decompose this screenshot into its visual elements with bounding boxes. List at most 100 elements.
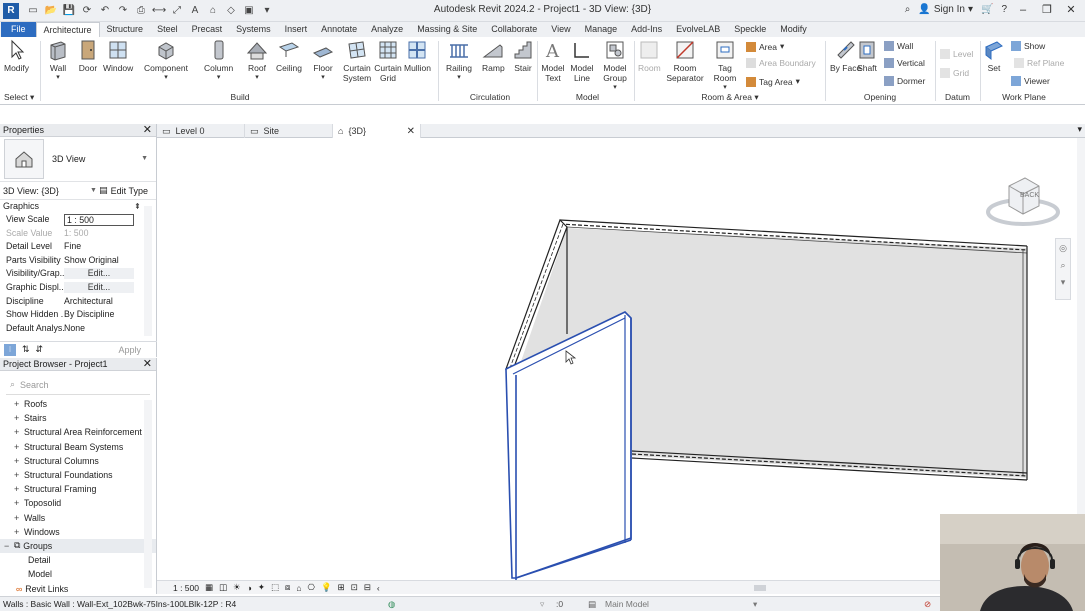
vertical-opening-button[interactable]: Vertical: [884, 58, 925, 68]
tab-analyze[interactable]: Analyze: [364, 22, 410, 37]
graphic-display-edit-button[interactable]: Edit...: [64, 281, 134, 293]
model-group-button[interactable]: Model Group ▾: [600, 39, 630, 93]
tab-precast[interactable]: Precast: [185, 22, 230, 37]
tab-architecture[interactable]: Architecture: [35, 22, 100, 37]
reveal-hidden-icon[interactable]: 💡: [321, 582, 332, 593]
tab-annotate[interactable]: Annotate: [314, 22, 364, 37]
parts-visibility-field[interactable]: Show Original: [64, 254, 134, 268]
nav-dropdown-icon[interactable]: ▾: [1061, 277, 1066, 288]
instance-selector[interactable]: 3D View: {3D} ▼ ▤ Edit Type: [0, 182, 156, 200]
viewer-button[interactable]: Viewer: [1011, 76, 1050, 86]
ramp-button[interactable]: Ramp: [482, 39, 505, 73]
view-scale-label[interactable]: 1 : 500: [173, 583, 199, 593]
filter-icon[interactable]: ⁝: [4, 343, 16, 356]
door-button[interactable]: Door: [77, 39, 99, 73]
tab-view[interactable]: View: [544, 22, 577, 37]
zoom-icon[interactable]: ⌕: [1060, 260, 1065, 271]
area-button[interactable]: Area ▾: [746, 41, 784, 52]
floor-button[interactable]: Floor ▾: [312, 39, 334, 83]
steering-wheel-icon[interactable]: ◎: [1059, 243, 1067, 254]
view-tab-level-0[interactable]: ▭ Level 0: [157, 124, 245, 138]
sort-descending-icon[interactable]: ⇵: [36, 344, 44, 355]
search-help-icon[interactable]: ⌕: [905, 4, 911, 15]
room-separator-button[interactable]: Room Separator: [666, 39, 704, 83]
dimension-icon[interactable]: ⤢: [169, 3, 185, 19]
undo-icon[interactable]: ↶: [97, 3, 113, 19]
ceiling-button[interactable]: Ceiling: [276, 39, 302, 73]
show-crop-icon[interactable]: ⧈: [285, 582, 290, 593]
browser-scrollbar[interactable]: [144, 400, 152, 588]
window-button[interactable]: Window: [103, 39, 133, 73]
print-icon[interactable]: ⎙: [133, 3, 149, 19]
select-dropdown[interactable]: Select ▾: [4, 92, 34, 103]
railing-button[interactable]: Railing ▾: [446, 39, 472, 83]
set-work-plane-button[interactable]: Set: [983, 39, 1005, 73]
tree-item-structural-beam-systems[interactable]: + Structural Beam Systems: [0, 440, 156, 454]
crop-view-icon[interactable]: ⬚: [271, 582, 279, 593]
roof-button[interactable]: Roof ▾: [246, 39, 268, 83]
tree-item-structural-framing[interactable]: + Structural Framing: [0, 482, 156, 496]
apply-button[interactable]: Apply: [118, 345, 141, 355]
wall-button[interactable]: Wall ▾: [47, 39, 69, 83]
default-analysis-field[interactable]: None: [64, 322, 134, 336]
graphics-group-header[interactable]: Graphics ⇞: [0, 200, 156, 213]
section-icon[interactable]: ◇: [223, 3, 239, 19]
customize-qat-icon[interactable]: ▾: [259, 3, 275, 19]
tab-evolvelab[interactable]: EvolveLAB: [669, 22, 727, 37]
tree-item-groups[interactable]: − ⧉ Groups: [0, 538, 156, 554]
tree-item-windows[interactable]: + Windows: [0, 525, 156, 539]
close-browser-icon[interactable]: ✕: [143, 358, 152, 371]
tree-item-stairs[interactable]: + Stairs: [0, 411, 156, 425]
curtain-system-button[interactable]: Curtain System: [342, 39, 372, 83]
tab-systems[interactable]: Systems: [229, 22, 278, 37]
tab-structure[interactable]: Structure: [100, 22, 151, 37]
measure-icon[interactable]: ⟷: [151, 3, 167, 19]
detail-level-field[interactable]: Fine: [64, 240, 134, 254]
properties-scrollbar[interactable]: [144, 206, 152, 336]
3d-view-icon[interactable]: ⌂: [205, 3, 221, 19]
tab-manage[interactable]: Manage: [578, 22, 625, 37]
temp-hide-icon[interactable]: ⎔: [308, 582, 315, 593]
tree-item-walls[interactable]: + Walls: [0, 511, 156, 525]
tab-add-ins[interactable]: Add-Ins: [624, 22, 669, 37]
restore-button[interactable]: ❐: [1039, 3, 1055, 16]
show-work-plane-button[interactable]: Show: [1011, 41, 1045, 51]
help-icon[interactable]: ?: [1001, 4, 1007, 15]
browser-search-input[interactable]: ⌕ Search: [6, 375, 150, 395]
detail-level-icon[interactable]: ▦: [205, 582, 213, 593]
lock-3d-icon[interactable]: ⌂: [296, 583, 301, 593]
column-button[interactable]: Column ▾: [204, 39, 233, 83]
visual-style-icon[interactable]: ◫: [219, 582, 227, 593]
minimize-button[interactable]: –: [1015, 4, 1031, 16]
model-line-button[interactable]: Model Line: [568, 39, 596, 83]
tree-item-roofs[interactable]: + Roofs: [0, 397, 156, 411]
modify-button[interactable]: Modify: [4, 39, 29, 73]
worksharing-icon[interactable]: ⊞: [338, 582, 345, 593]
mullion-button[interactable]: Mullion: [404, 39, 431, 73]
component-button[interactable]: Component ▾: [144, 39, 188, 83]
tree-item-structural-foundations[interactable]: + Structural Foundations: [0, 468, 156, 482]
design-options-icon[interactable]: ▤: [588, 599, 596, 610]
show-hidden-field[interactable]: By Discipline: [64, 308, 134, 322]
horizontal-scroll-thumb[interactable]: [754, 585, 766, 591]
dormer-button[interactable]: Dormer: [884, 76, 925, 86]
analytical-model-icon[interactable]: ⊡: [351, 582, 358, 593]
tab-overflow-icon[interactable]: ▾: [1077, 124, 1082, 135]
revit-logo[interactable]: R: [3, 2, 19, 19]
tab-modify[interactable]: Modify: [773, 22, 814, 37]
grid-button[interactable]: Grid: [940, 68, 969, 78]
save-icon[interactable]: 💾: [61, 3, 77, 19]
level-button[interactable]: Level: [940, 49, 973, 59]
close-window-button[interactable]: ✕: [1063, 3, 1079, 16]
tree-item-toposolid[interactable]: + Toposolid: [0, 496, 156, 510]
type-selector[interactable]: 3D View ▼: [0, 137, 156, 182]
tab-file[interactable]: File: [1, 22, 36, 37]
tree-item-structural-columns[interactable]: + Structural Columns: [0, 454, 156, 468]
tree-item-revit-links[interactable]: ∞ Revit Links: [0, 581, 156, 595]
view-tab-site[interactable]: ▭ Site: [245, 124, 333, 138]
sync-icon[interactable]: ⟳: [79, 3, 95, 19]
model-geometry[interactable]: [157, 138, 1077, 580]
3d-view-canvas[interactable]: BACK ◎ ⌕ ▾: [157, 138, 1085, 580]
cart-icon[interactable]: 🛒: [981, 4, 993, 15]
ref-plane-button[interactable]: Ref Plane: [1014, 58, 1064, 68]
